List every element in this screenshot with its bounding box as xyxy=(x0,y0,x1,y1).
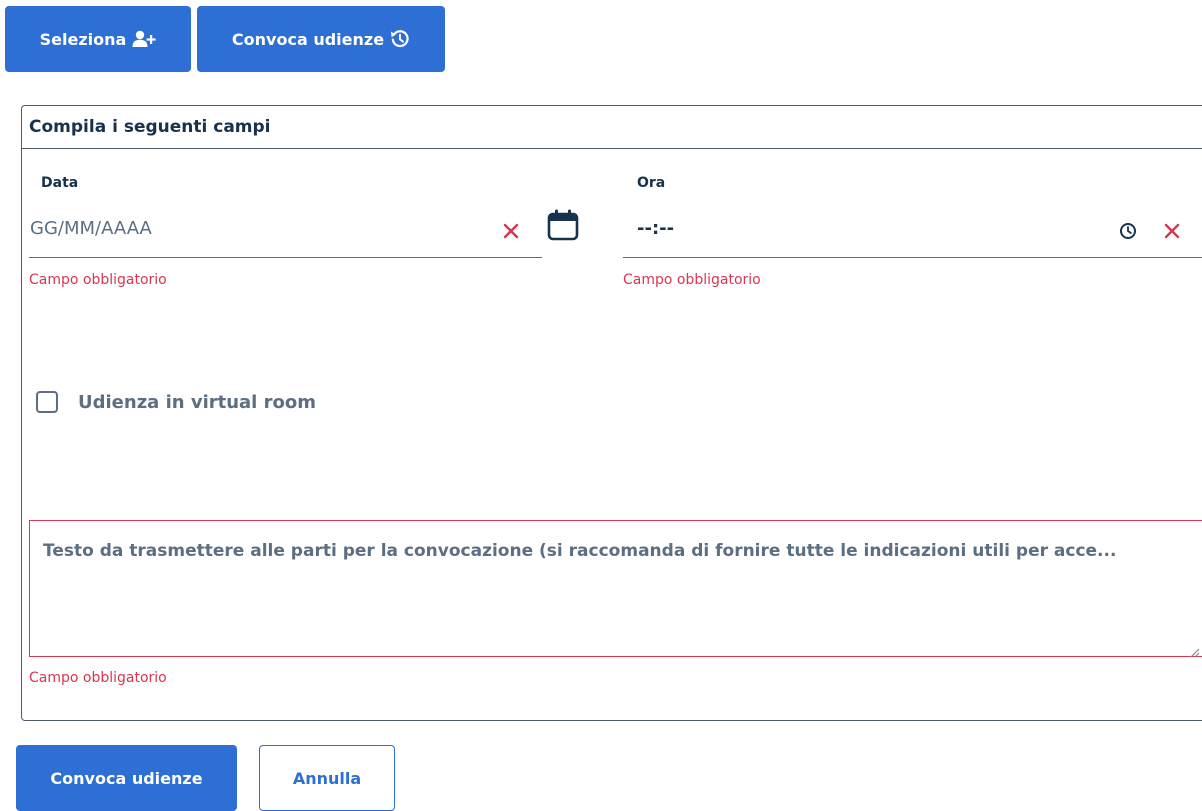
date-label: Data xyxy=(41,175,79,191)
date-input[interactable]: GG/MM/AAAA xyxy=(30,218,152,239)
convoke-hearings-toolbar-button[interactable]: Convoca udienze xyxy=(197,6,445,72)
convoke-hearings-toolbar-label: Convoca udienze xyxy=(231,29,385,49)
message-error: Campo obbligatorio xyxy=(29,670,167,686)
form-title: Compila i seguenti campi xyxy=(29,117,271,137)
resize-handle-icon[interactable] xyxy=(1188,643,1200,662)
title-divider xyxy=(22,148,1202,149)
clock-icon[interactable] xyxy=(1116,219,1140,243)
time-input[interactable]: --:-- xyxy=(637,218,674,239)
calendar-icon[interactable] xyxy=(545,207,581,243)
time-underline xyxy=(623,257,1202,258)
history-icon xyxy=(390,29,410,49)
user-plus-icon xyxy=(132,30,156,48)
clear-time-icon[interactable] xyxy=(1159,218,1185,244)
message-placeholder: Testo da trasmettere alle parti per la c… xyxy=(43,541,1117,561)
clear-date-icon[interactable] xyxy=(498,218,524,244)
submit-convoke-button[interactable]: Convoca udienze xyxy=(16,745,237,811)
virtual-room-checkbox[interactable] xyxy=(36,391,58,413)
select-button[interactable]: Seleziona xyxy=(5,6,191,72)
virtual-room-label[interactable]: Udienza in virtual room xyxy=(78,392,316,413)
time-label: Ora xyxy=(637,175,666,191)
date-error: Campo obbligatorio xyxy=(29,272,167,288)
cancel-button[interactable]: Annulla xyxy=(259,745,395,811)
cancel-label: Annulla xyxy=(292,768,362,788)
select-button-label: Seleziona xyxy=(39,29,127,49)
submit-convoke-label: Convoca udienze xyxy=(50,768,203,788)
date-underline xyxy=(29,257,542,258)
time-error: Campo obbligatorio xyxy=(623,272,761,288)
